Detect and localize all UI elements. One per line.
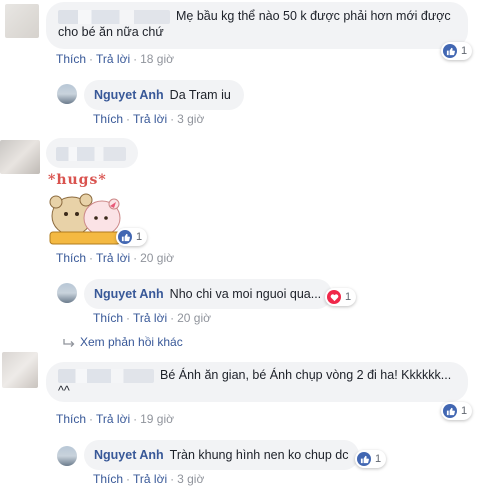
author-name[interactable]: Nguyet Anh: [94, 88, 164, 102]
timestamp[interactable]: 19 giờ: [140, 412, 174, 426]
thumbs-up-icon: [443, 44, 457, 58]
avatar[interactable]: [2, 352, 38, 388]
comment-text: cho bé ăn nữa chứ: [58, 25, 164, 39]
comment-actions: Thích · Trả lời · 19 giờ: [56, 412, 174, 426]
reply-arrow-icon: [63, 338, 75, 347]
reaction-count: 1: [461, 45, 468, 57]
avatar[interactable]: [5, 4, 39, 38]
author-name[interactable]: Nguyet Anh: [94, 448, 164, 462]
reaction-summary[interactable]: 1: [355, 450, 387, 468]
author-name-blurred[interactable]: [58, 368, 154, 383]
reaction-summary[interactable]: 1: [116, 228, 148, 246]
reply-link[interactable]: Trả lời: [96, 52, 130, 66]
reply-bubble: Nguyet Anh Da Tram iu: [84, 80, 244, 110]
timestamp[interactable]: 20 giờ: [177, 311, 211, 325]
comment-actions: Thích · Trả lời · 3 giờ: [93, 472, 205, 486]
comment-text: ^^: [58, 384, 70, 398]
view-more-replies-link[interactable]: Xem phản hồi khác: [62, 335, 183, 349]
author-name[interactable]: Nguyet Anh: [94, 287, 164, 301]
comment-actions: Thích · Trả lời · 3 giờ: [93, 112, 205, 126]
reply-bubble: Nguyet Anh Nho chi va moi nguoi qua...: [84, 279, 332, 309]
comment-text: Mẹ bầu kg thể nào 50 k được phải hơn mới…: [176, 9, 451, 23]
comment-bubble: Mẹ bầu kg thể nào 50 k được phải hơn mới…: [46, 2, 468, 49]
author-name-blurred[interactable]: [58, 9, 170, 24]
reply-link[interactable]: Trả lời: [133, 112, 167, 126]
reaction-count: 1: [136, 231, 143, 243]
like-link[interactable]: Thích: [56, 251, 86, 265]
reaction-count: 1: [461, 405, 468, 417]
reply-link[interactable]: Trả lời: [96, 412, 130, 426]
avatar[interactable]: [57, 84, 77, 104]
reply-link[interactable]: Trả lời: [133, 311, 167, 325]
like-link[interactable]: Thích: [93, 112, 123, 126]
timestamp[interactable]: 3 giờ: [177, 472, 204, 486]
reaction-summary[interactable]: 1: [325, 288, 357, 306]
thumbs-up-icon: [443, 404, 457, 418]
thumbs-up-icon: [357, 452, 371, 466]
author-bubble: [46, 138, 138, 168]
heart-icon: [327, 290, 341, 304]
avatar[interactable]: [0, 140, 40, 174]
avatar[interactable]: [57, 446, 77, 466]
sticker-caption: *hugs*: [48, 172, 107, 188]
reply-link[interactable]: Trả lời: [96, 251, 130, 265]
reaction-count: 1: [375, 453, 382, 465]
like-link[interactable]: Thích: [56, 52, 86, 66]
timestamp[interactable]: 20 giờ: [140, 251, 174, 265]
like-link[interactable]: Thích: [93, 472, 123, 486]
comment-actions: Thích · Trả lời · 20 giờ: [93, 311, 211, 325]
like-link[interactable]: Thích: [93, 311, 123, 325]
comment-text: Tràn khung hình nen ko chup dc: [169, 448, 349, 462]
reaction-count: 1: [345, 291, 352, 303]
comment-actions: Thích · Trả lời · 18 giờ: [56, 52, 174, 66]
comment-actions: Thích · Trả lời · 20 giờ: [56, 251, 174, 265]
comment-text: Bé Ánh ăn gian, bé Ánh chụp vòng 2 đi ha…: [160, 368, 452, 382]
timestamp[interactable]: 3 giờ: [177, 112, 204, 126]
reply-bubble: Nguyet Anh Tràn khung hình nen ko chup dc: [84, 440, 359, 470]
more-replies-label[interactable]: Xem phản hồi khác: [80, 335, 183, 349]
comment-bubble: Bé Ánh ăn gian, bé Ánh chụp vòng 2 đi ha…: [46, 362, 468, 402]
like-link[interactable]: Thích: [56, 412, 86, 426]
thumbs-up-icon: [118, 230, 132, 244]
author-name-blurred[interactable]: [56, 146, 126, 161]
avatar[interactable]: [57, 283, 77, 303]
reply-link[interactable]: Trả lời: [133, 472, 167, 486]
timestamp[interactable]: 18 giờ: [140, 52, 174, 66]
reaction-summary[interactable]: 1: [441, 402, 473, 420]
comment-text: Da Tram iu: [169, 88, 231, 102]
reaction-summary[interactable]: 1: [441, 42, 473, 60]
comment-text: Nho chi va moi nguoi qua...: [169, 287, 322, 301]
